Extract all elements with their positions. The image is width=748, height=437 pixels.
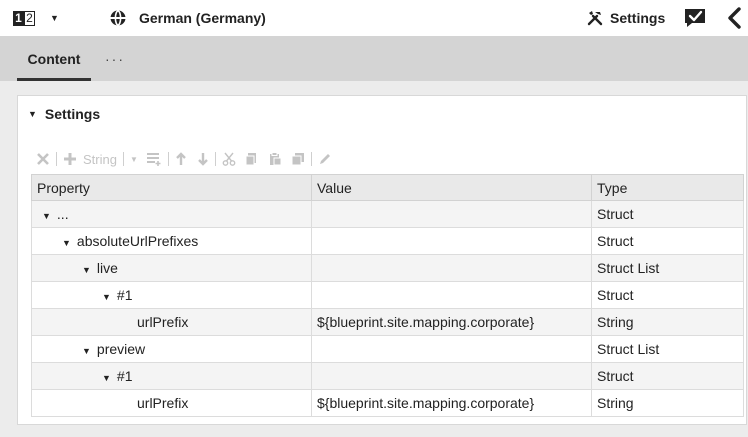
chevron-down-icon[interactable]: ▼	[50, 0, 59, 36]
property-name: #1	[116, 368, 133, 384]
property-name: urlPrefix	[137, 395, 189, 411]
panel-header[interactable]: ▼ Settings	[28, 104, 100, 124]
property-cell[interactable]: ▼...	[31, 200, 312, 228]
chevron-down-icon[interactable]: ▼	[130, 148, 138, 170]
close-icon[interactable]	[36, 148, 50, 170]
copy-icon[interactable]	[245, 148, 259, 170]
expand-triangle-icon[interactable]: ▼	[42, 211, 51, 221]
property-cell[interactable]: urlPrefix	[31, 389, 312, 417]
expand-triangle-icon[interactable]: ▼	[102, 292, 111, 302]
settings-panel: ▼ Settings String ▼ Property Value Type …	[17, 95, 747, 425]
property-name: urlPrefix	[137, 314, 189, 330]
check-chat-icon[interactable]	[684, 0, 706, 36]
toolbar-divider	[214, 152, 216, 166]
settings-label: Settings	[610, 10, 666, 26]
type-cell: Struct	[591, 200, 744, 228]
compare-badge[interactable]: 12	[13, 0, 35, 36]
table-row[interactable]: ▼ #1 Struct	[31, 362, 744, 390]
expand-triangle-icon[interactable]: ▼	[82, 346, 91, 356]
add-string-label: String	[83, 151, 117, 167]
toolbar-divider	[56, 152, 57, 166]
toolbar-divider	[310, 152, 312, 166]
property-name: live	[96, 260, 118, 276]
type-cell: Struct	[591, 362, 744, 390]
table-row[interactable]: ▼ preview Struct List	[31, 335, 744, 363]
property-name: #1	[116, 287, 133, 303]
toolbar-divider	[122, 152, 124, 166]
value-cell[interactable]	[311, 200, 592, 228]
property-cell[interactable]: ▼ absoluteUrlPrefixes	[31, 227, 312, 255]
language-selector[interactable]: German (Germany)	[139, 0, 266, 36]
tools-icon	[587, 11, 603, 26]
globe-icon[interactable]	[110, 0, 126, 36]
type-cell: String	[591, 389, 744, 417]
table-row[interactable]: urlPrefix ${blueprint.site.mapping.corpo…	[31, 308, 744, 336]
toolbar-divider	[167, 152, 169, 166]
table-row[interactable]: ▼ absoluteUrlPrefixes Struct	[31, 227, 744, 255]
table-row[interactable]: ▼ live Struct List	[31, 254, 744, 282]
column-header-property[interactable]: Property	[31, 174, 312, 201]
value-cell[interactable]	[311, 227, 592, 255]
tab-more-button[interactable]: ···	[105, 36, 125, 81]
table-row[interactable]: ▼ #1 Struct	[31, 281, 744, 309]
property-name: absoluteUrlPrefixes	[76, 233, 199, 249]
property-cell[interactable]: ▼ preview	[31, 335, 312, 363]
column-header-type[interactable]: Type	[591, 174, 744, 201]
property-cell[interactable]: ▼ live	[31, 254, 312, 282]
value-cell[interactable]	[311, 281, 592, 309]
struct-toolbar: String ▼	[36, 148, 332, 170]
value-cell[interactable]	[311, 362, 592, 390]
settings-button[interactable]: Settings	[587, 0, 665, 36]
value-cell[interactable]	[311, 335, 592, 363]
property-cell[interactable]: ▼ #1	[31, 362, 312, 390]
type-cell: Struct List	[591, 254, 744, 282]
value-cell[interactable]: ${blueprint.site.mapping.corporate}	[311, 308, 592, 336]
expand-triangle-icon[interactable]: ▼	[62, 238, 71, 248]
type-cell: Struct List	[591, 335, 744, 363]
property-name: preview	[96, 341, 146, 357]
arrow-up-icon[interactable]	[175, 148, 187, 170]
property-cell[interactable]: urlPrefix	[31, 308, 312, 336]
tab-content[interactable]: Content	[17, 36, 91, 81]
paste-icon[interactable]	[268, 148, 282, 170]
type-cell: Struct	[591, 227, 744, 255]
value-cell[interactable]	[311, 254, 592, 282]
expand-triangle-icon[interactable]: ▼	[102, 373, 111, 383]
tab-strip: Content ···	[0, 36, 748, 81]
table-row[interactable]: ▼... Struct	[31, 200, 744, 228]
struct-grid: Property Value Type ▼... Struct ▼ absolut…	[31, 174, 744, 417]
property-name: ...	[56, 206, 69, 222]
value-cell[interactable]: ${blueprint.site.mapping.corporate}	[311, 389, 592, 417]
grid-header-row: Property Value Type	[31, 174, 744, 201]
chevron-left-icon[interactable]	[727, 0, 741, 36]
column-header-value[interactable]: Value	[311, 174, 592, 201]
badge-one: 1	[13, 10, 24, 26]
badge-two: 2	[24, 10, 35, 26]
expand-triangle-icon[interactable]: ▼	[82, 265, 91, 275]
plus-icon	[64, 153, 76, 165]
type-cell: String	[591, 308, 744, 336]
duplicate-icon[interactable]	[291, 148, 305, 170]
pencil-icon[interactable]	[318, 148, 332, 170]
add-string-button[interactable]: String	[63, 148, 117, 170]
arrow-down-icon[interactable]	[197, 148, 209, 170]
top-bar: 12 ▼ German (Germany) Settings	[0, 0, 748, 36]
type-cell: Struct	[591, 281, 744, 309]
property-cell[interactable]: ▼ #1	[31, 281, 312, 309]
cut-icon[interactable]	[222, 148, 236, 170]
list-icon[interactable]	[146, 148, 162, 170]
table-row[interactable]: urlPrefix ${blueprint.site.mapping.corpo…	[31, 389, 744, 417]
panel-title: Settings	[44, 106, 101, 122]
collapse-triangle-icon[interactable]: ▼	[28, 109, 37, 119]
